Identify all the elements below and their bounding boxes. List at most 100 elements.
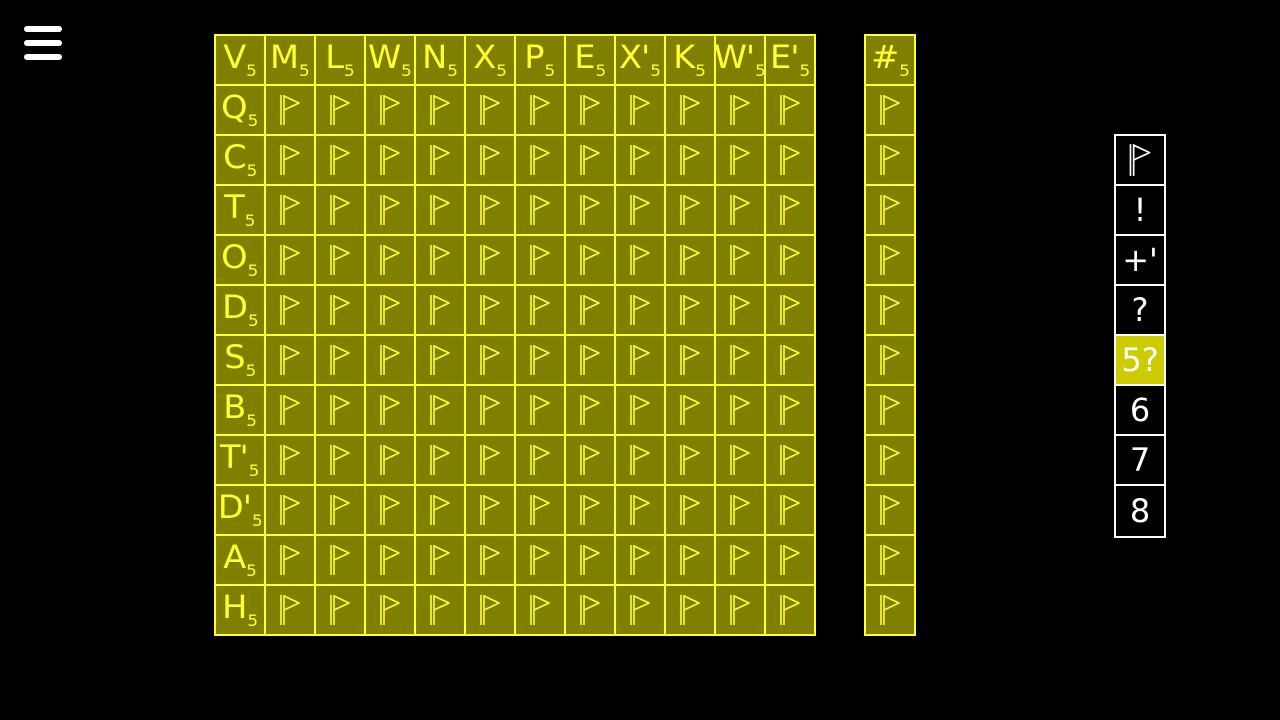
grid-cell[interactable] (515, 535, 565, 585)
grid-cell[interactable] (365, 285, 415, 335)
grid-cell[interactable] (715, 435, 765, 485)
grid-cell[interactable] (565, 85, 615, 135)
count-cell[interactable] (865, 385, 915, 435)
grid-cell[interactable] (415, 585, 465, 635)
palette-button[interactable]: 6 (1116, 386, 1164, 436)
grid-cell[interactable] (615, 585, 665, 635)
palette-button[interactable]: 7 (1116, 436, 1164, 486)
grid-cell[interactable] (715, 385, 765, 435)
grid-cell[interactable] (665, 435, 715, 485)
grid-cell[interactable] (615, 335, 665, 385)
grid-cell[interactable] (515, 335, 565, 385)
grid-cell[interactable] (765, 585, 815, 635)
grid-cell[interactable] (315, 485, 365, 535)
grid-cell[interactable] (515, 585, 565, 635)
grid-cell[interactable] (265, 135, 315, 185)
grid-cell[interactable] (265, 85, 315, 135)
grid-cell[interactable] (665, 135, 715, 185)
grid-cell[interactable] (515, 485, 565, 535)
grid-cell[interactable] (315, 435, 365, 485)
grid-cell[interactable] (365, 335, 415, 385)
count-cell[interactable] (865, 585, 915, 635)
grid-cell[interactable] (665, 235, 715, 285)
grid-cell[interactable] (515, 435, 565, 485)
grid-cell[interactable] (265, 585, 315, 635)
grid-cell[interactable] (465, 385, 515, 435)
grid-cell[interactable] (615, 435, 665, 485)
grid-cell[interactable] (715, 185, 765, 235)
count-cell[interactable] (865, 535, 915, 585)
grid-cell[interactable] (265, 335, 315, 385)
grid-cell[interactable] (765, 135, 815, 185)
palette-button[interactable]: 8 (1116, 486, 1164, 536)
grid-cell[interactable] (515, 385, 565, 435)
grid-cell[interactable] (565, 585, 615, 635)
count-cell[interactable] (865, 235, 915, 285)
grid-cell[interactable] (515, 285, 565, 335)
grid-cell[interactable] (665, 485, 715, 535)
grid-cell[interactable] (265, 385, 315, 435)
grid-cell[interactable] (415, 485, 465, 535)
grid-cell[interactable] (265, 185, 315, 235)
grid-cell[interactable] (765, 235, 815, 285)
grid-cell[interactable] (465, 85, 515, 135)
grid-cell[interactable] (265, 235, 315, 285)
grid-cell[interactable] (315, 235, 365, 285)
grid-cell[interactable] (315, 135, 365, 185)
grid-cell[interactable] (315, 335, 365, 385)
grid-cell[interactable] (365, 535, 415, 585)
palette-button[interactable]: +' (1116, 236, 1164, 286)
grid-cell[interactable] (715, 585, 765, 635)
grid-cell[interactable] (515, 135, 565, 185)
grid-cell[interactable] (665, 185, 715, 235)
grid-cell[interactable] (315, 535, 365, 585)
grid-cell[interactable] (315, 285, 365, 335)
grid-cell[interactable] (715, 335, 765, 385)
grid-cell[interactable] (265, 285, 315, 335)
count-cell[interactable] (865, 485, 915, 535)
grid-cell[interactable] (615, 135, 665, 185)
grid-cell[interactable] (615, 535, 665, 585)
grid-cell[interactable] (415, 435, 465, 485)
palette-button[interactable]: 5? (1116, 336, 1164, 386)
grid-cell[interactable] (615, 385, 665, 435)
grid-cell[interactable] (315, 85, 365, 135)
grid-cell[interactable] (565, 235, 615, 285)
grid-cell[interactable] (565, 485, 615, 535)
palette-flag-button[interactable] (1116, 136, 1164, 186)
grid-cell[interactable] (665, 85, 715, 135)
count-cell[interactable] (865, 435, 915, 485)
grid-cell[interactable] (715, 85, 765, 135)
grid-cell[interactable] (465, 435, 515, 485)
grid-cell[interactable] (415, 235, 465, 285)
grid-cell[interactable] (615, 85, 665, 135)
grid-cell[interactable] (415, 135, 465, 185)
grid-cell[interactable] (765, 85, 815, 135)
grid-cell[interactable] (315, 585, 365, 635)
grid-cell[interactable] (415, 385, 465, 435)
grid-cell[interactable] (465, 485, 515, 535)
grid-cell[interactable] (465, 185, 515, 235)
grid-cell[interactable] (315, 185, 365, 235)
count-cell[interactable] (865, 85, 915, 135)
count-cell[interactable] (865, 135, 915, 185)
grid-cell[interactable] (465, 335, 515, 385)
grid-cell[interactable] (665, 285, 715, 335)
grid-cell[interactable] (465, 135, 515, 185)
grid-cell[interactable] (615, 485, 665, 535)
grid-cell[interactable] (515, 185, 565, 235)
menu-button[interactable] (24, 26, 62, 62)
grid-cell[interactable] (665, 535, 715, 585)
grid-cell[interactable] (565, 535, 615, 585)
grid-cell[interactable] (565, 135, 615, 185)
grid-cell[interactable] (415, 335, 465, 385)
grid-cell[interactable] (365, 585, 415, 635)
grid-cell[interactable] (515, 85, 565, 135)
grid-cell[interactable] (715, 535, 765, 585)
grid-cell[interactable] (665, 585, 715, 635)
grid-cell[interactable] (565, 335, 615, 385)
grid-cell[interactable] (765, 485, 815, 535)
grid-cell[interactable] (765, 335, 815, 385)
grid-cell[interactable] (765, 285, 815, 335)
grid-cell[interactable] (465, 585, 515, 635)
